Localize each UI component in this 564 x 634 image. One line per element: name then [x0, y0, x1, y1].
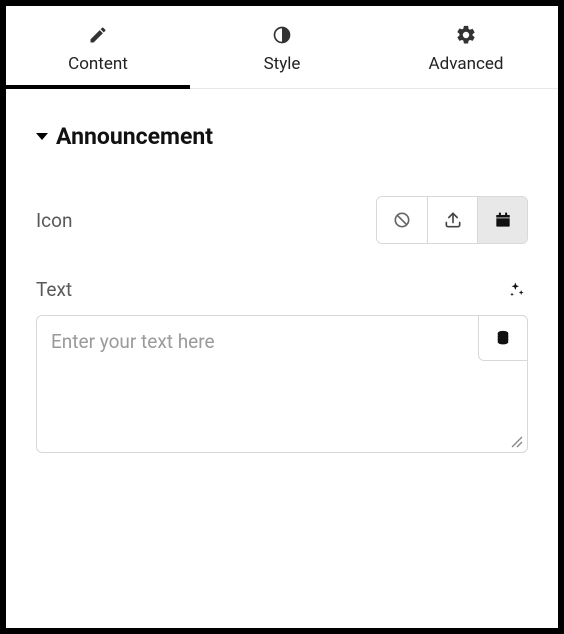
content-pane: Announcement Icon: [6, 89, 558, 483]
editor-panel: Content Style Advanced Announcement Icon: [6, 6, 558, 628]
pencil-icon: [87, 24, 109, 46]
text-input-wrap: [36, 315, 528, 453]
tab-content-label: Content: [68, 54, 128, 74]
ban-icon: [392, 210, 412, 230]
database-icon: [494, 329, 512, 347]
icon-option-none[interactable]: [377, 197, 427, 243]
tab-style-label: Style: [264, 54, 301, 74]
dynamic-tags-button[interactable]: [478, 315, 528, 361]
icon-option-library[interactable]: [477, 197, 527, 243]
caret-down-icon: [36, 133, 48, 140]
icon-field-label: Icon: [36, 209, 72, 232]
section-header[interactable]: Announcement: [36, 123, 528, 150]
icon-option-upload[interactable]: [427, 197, 477, 243]
upload-icon: [443, 210, 463, 230]
ai-sparkle-button[interactable]: [506, 279, 528, 301]
text-field-label: Text: [36, 278, 72, 301]
gear-icon: [455, 24, 477, 46]
tabs: Content Style Advanced: [6, 6, 558, 89]
icon-field-row: Icon: [36, 196, 528, 244]
icon-option-group: [376, 196, 528, 244]
text-field-header: Text: [36, 278, 528, 301]
section-title: Announcement: [56, 123, 213, 150]
tab-content[interactable]: Content: [6, 6, 190, 88]
calendar-icon: [493, 210, 513, 230]
tab-advanced-label: Advanced: [429, 54, 504, 74]
tab-advanced[interactable]: Advanced: [374, 6, 558, 88]
text-input[interactable]: [37, 316, 527, 452]
half-circle-icon: [271, 24, 293, 46]
tab-style[interactable]: Style: [190, 6, 374, 88]
